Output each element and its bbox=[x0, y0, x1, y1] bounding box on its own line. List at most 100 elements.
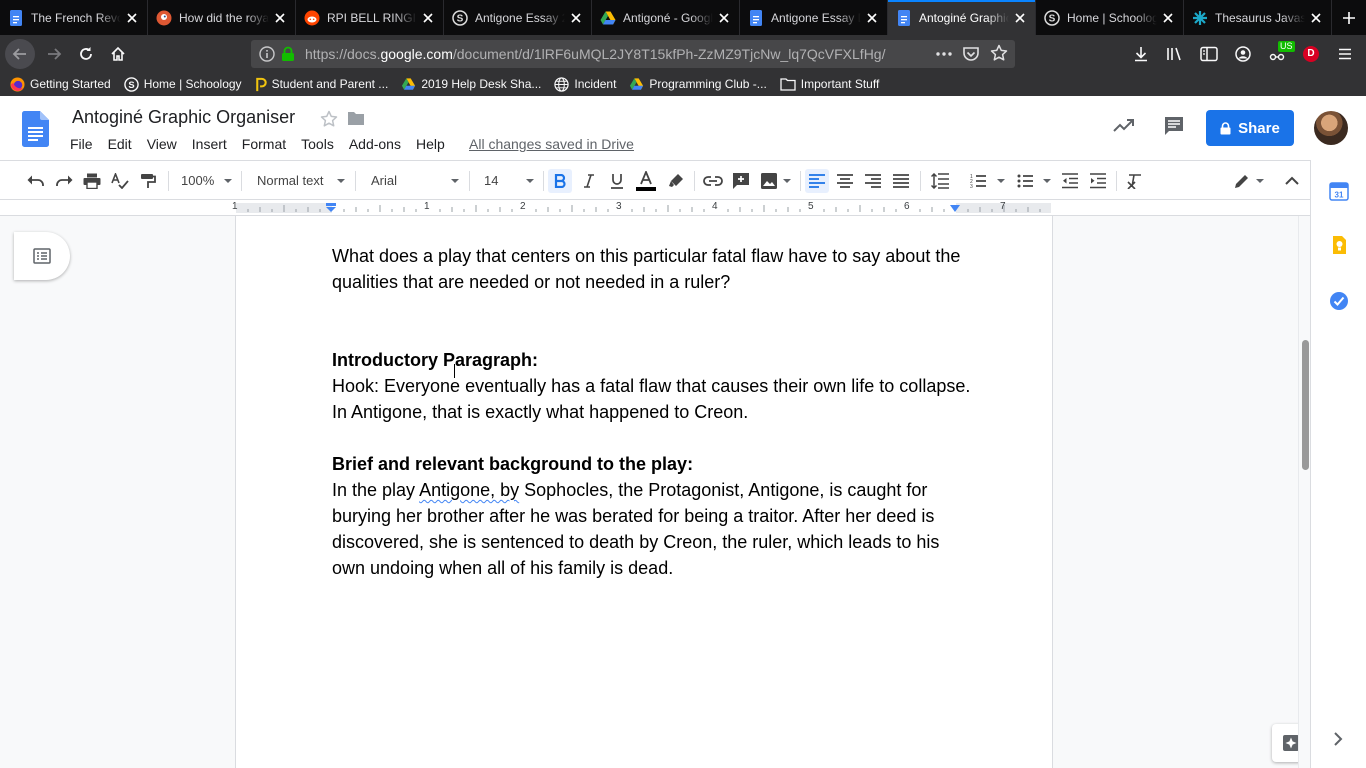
chevron-right-icon[interactable] bbox=[1333, 732, 1343, 746]
font-size-select[interactable]: 14 bbox=[484, 173, 498, 188]
underline-button[interactable] bbox=[605, 169, 629, 193]
spellcheck-button[interactable] bbox=[108, 169, 132, 193]
bookmark-item[interactable]: Student and Parent ... bbox=[255, 77, 388, 92]
calendar-icon[interactable]: 31 bbox=[1329, 181, 1349, 201]
hide-menus-button[interactable] bbox=[1280, 169, 1304, 193]
bold-button[interactable] bbox=[548, 169, 572, 193]
line-spacing-button[interactable] bbox=[928, 169, 952, 193]
menu-format[interactable]: Format bbox=[242, 136, 286, 152]
menu-button[interactable] bbox=[1330, 39, 1360, 69]
ruler[interactable]: 1 1 2 3 4 5 6 7 bbox=[0, 200, 1310, 216]
chevron-down-icon[interactable] bbox=[224, 179, 232, 183]
background-paragraph[interactable]: In the play Antigone, by Sophocles, the … bbox=[332, 477, 972, 581]
close-icon[interactable] bbox=[273, 11, 287, 25]
back-button[interactable] bbox=[5, 38, 35, 69]
align-center-button[interactable] bbox=[833, 169, 857, 193]
document-canvas[interactable]: What does a play that centers on this pa… bbox=[0, 216, 1310, 768]
close-icon[interactable] bbox=[717, 11, 731, 25]
close-icon[interactable] bbox=[569, 11, 583, 25]
clear-formatting-button[interactable] bbox=[1123, 169, 1147, 193]
hook-paragraph[interactable]: Hook: Everyone eventually has a fatal fl… bbox=[332, 373, 972, 425]
font-select[interactable]: Arial bbox=[371, 173, 397, 188]
close-icon[interactable] bbox=[1013, 11, 1027, 25]
bookmark-item[interactable]: Incident bbox=[554, 76, 616, 92]
left-indent-marker-icon[interactable] bbox=[325, 203, 337, 213]
intro-heading[interactable]: Introductory Paragraph: bbox=[332, 347, 972, 373]
menu-help[interactable]: Help bbox=[416, 136, 445, 152]
bookmark-item[interactable]: S Home | Schoology bbox=[123, 76, 242, 92]
menu-view[interactable]: View bbox=[147, 136, 177, 152]
chevron-down-icon[interactable] bbox=[337, 179, 345, 183]
bookmark-folder[interactable]: Important Stuff bbox=[780, 77, 879, 91]
star-icon[interactable] bbox=[320, 110, 338, 128]
save-status[interactable]: All changes saved in Drive bbox=[469, 136, 634, 152]
bookmark-item[interactable]: 2019 Help Desk Sha... bbox=[401, 77, 541, 91]
bookmark-star-button[interactable] bbox=[990, 44, 1008, 62]
scrollbar-thumb[interactable] bbox=[1302, 340, 1309, 470]
close-icon[interactable] bbox=[1161, 11, 1175, 25]
user-avatar[interactable] bbox=[1314, 111, 1348, 145]
comment-icon[interactable] bbox=[1163, 116, 1185, 136]
profile-extension-button[interactable]: D bbox=[1296, 39, 1326, 69]
close-icon[interactable] bbox=[865, 11, 879, 25]
bookmark-item[interactable]: Getting Started bbox=[10, 76, 111, 92]
browser-tab-active[interactable]: Antoginé Graphic Organiser bbox=[888, 0, 1036, 35]
keep-notes-icon[interactable] bbox=[1329, 235, 1349, 255]
new-tab-button[interactable] bbox=[1332, 0, 1366, 35]
paragraph-style-select[interactable]: Normal text bbox=[257, 173, 323, 188]
pocket-button[interactable] bbox=[962, 45, 980, 63]
close-icon[interactable] bbox=[1309, 11, 1323, 25]
browser-tab[interactable]: Antigone Essay Draft bbox=[740, 0, 888, 35]
vertical-scrollbar[interactable] bbox=[1298, 216, 1310, 768]
browser-tab[interactable]: Antigoné - Google bbox=[592, 0, 740, 35]
document-title[interactable]: Antoginé Graphic Organiser bbox=[72, 107, 295, 128]
highlight-color-button[interactable] bbox=[664, 169, 688, 193]
redo-button[interactable] bbox=[52, 169, 76, 193]
browser-tab[interactable]: The French Revolution bbox=[0, 0, 148, 35]
info-icon[interactable] bbox=[259, 46, 275, 62]
share-button[interactable]: Share bbox=[1206, 110, 1294, 146]
question-paragraph[interactable]: What does a play that centers on this pa… bbox=[332, 243, 972, 295]
document-outline-button[interactable] bbox=[14, 232, 70, 280]
library-button[interactable] bbox=[1160, 39, 1190, 69]
bookmark-item[interactable]: Programming Club -... bbox=[629, 77, 767, 91]
insert-comment-button[interactable] bbox=[729, 169, 753, 193]
text-color-button[interactable] bbox=[633, 169, 659, 193]
menu-insert[interactable]: Insert bbox=[192, 136, 227, 152]
chevron-down-icon[interactable] bbox=[526, 179, 534, 183]
menu-file[interactable]: File bbox=[70, 136, 93, 152]
vpn-extension-button[interactable]: US bbox=[1262, 39, 1295, 69]
browser-tab[interactable]: Thesaurus Javascript bbox=[1184, 0, 1332, 35]
right-indent-marker-icon[interactable] bbox=[949, 204, 961, 213]
browser-tab[interactable]: RPI BELL RINGING bbox=[296, 0, 444, 35]
activity-trend-icon[interactable] bbox=[1113, 117, 1135, 133]
undo-button[interactable] bbox=[24, 169, 48, 193]
insert-link-button[interactable] bbox=[701, 169, 725, 193]
document-page[interactable]: What does a play that centers on this pa… bbox=[236, 216, 1052, 768]
menu-tools[interactable]: Tools bbox=[301, 136, 334, 152]
bulleted-list-button[interactable] bbox=[1013, 169, 1037, 193]
forward-button[interactable] bbox=[39, 39, 69, 69]
tasks-icon[interactable] bbox=[1329, 291, 1349, 311]
chevron-down-icon[interactable] bbox=[1043, 179, 1051, 183]
insert-image-button[interactable] bbox=[757, 169, 793, 193]
italic-button[interactable] bbox=[577, 169, 601, 193]
lock-icon[interactable] bbox=[281, 46, 295, 62]
browser-tab[interactable]: How did the royal bbox=[148, 0, 296, 35]
browser-tab[interactable]: S Home | Schoology bbox=[1036, 0, 1184, 35]
reload-button[interactable] bbox=[71, 39, 101, 69]
account-button[interactable] bbox=[1228, 39, 1258, 69]
chevron-down-icon[interactable] bbox=[451, 179, 459, 183]
paint-format-button[interactable] bbox=[136, 169, 160, 193]
downloads-button[interactable] bbox=[1126, 39, 1156, 69]
chevron-down-icon[interactable] bbox=[997, 179, 1005, 183]
home-button[interactable] bbox=[103, 39, 133, 69]
address-bar[interactable]: https://docs.google.com/document/d/1lRF6… bbox=[251, 40, 1015, 68]
move-to-folder-icon[interactable] bbox=[347, 111, 365, 126]
align-left-button[interactable] bbox=[805, 169, 829, 193]
sidebar-toggle-button[interactable] bbox=[1194, 39, 1224, 69]
close-icon[interactable] bbox=[421, 11, 435, 25]
increase-indent-button[interactable] bbox=[1086, 169, 1110, 193]
menu-add-ons[interactable]: Add-ons bbox=[349, 136, 401, 152]
align-right-button[interactable] bbox=[861, 169, 885, 193]
